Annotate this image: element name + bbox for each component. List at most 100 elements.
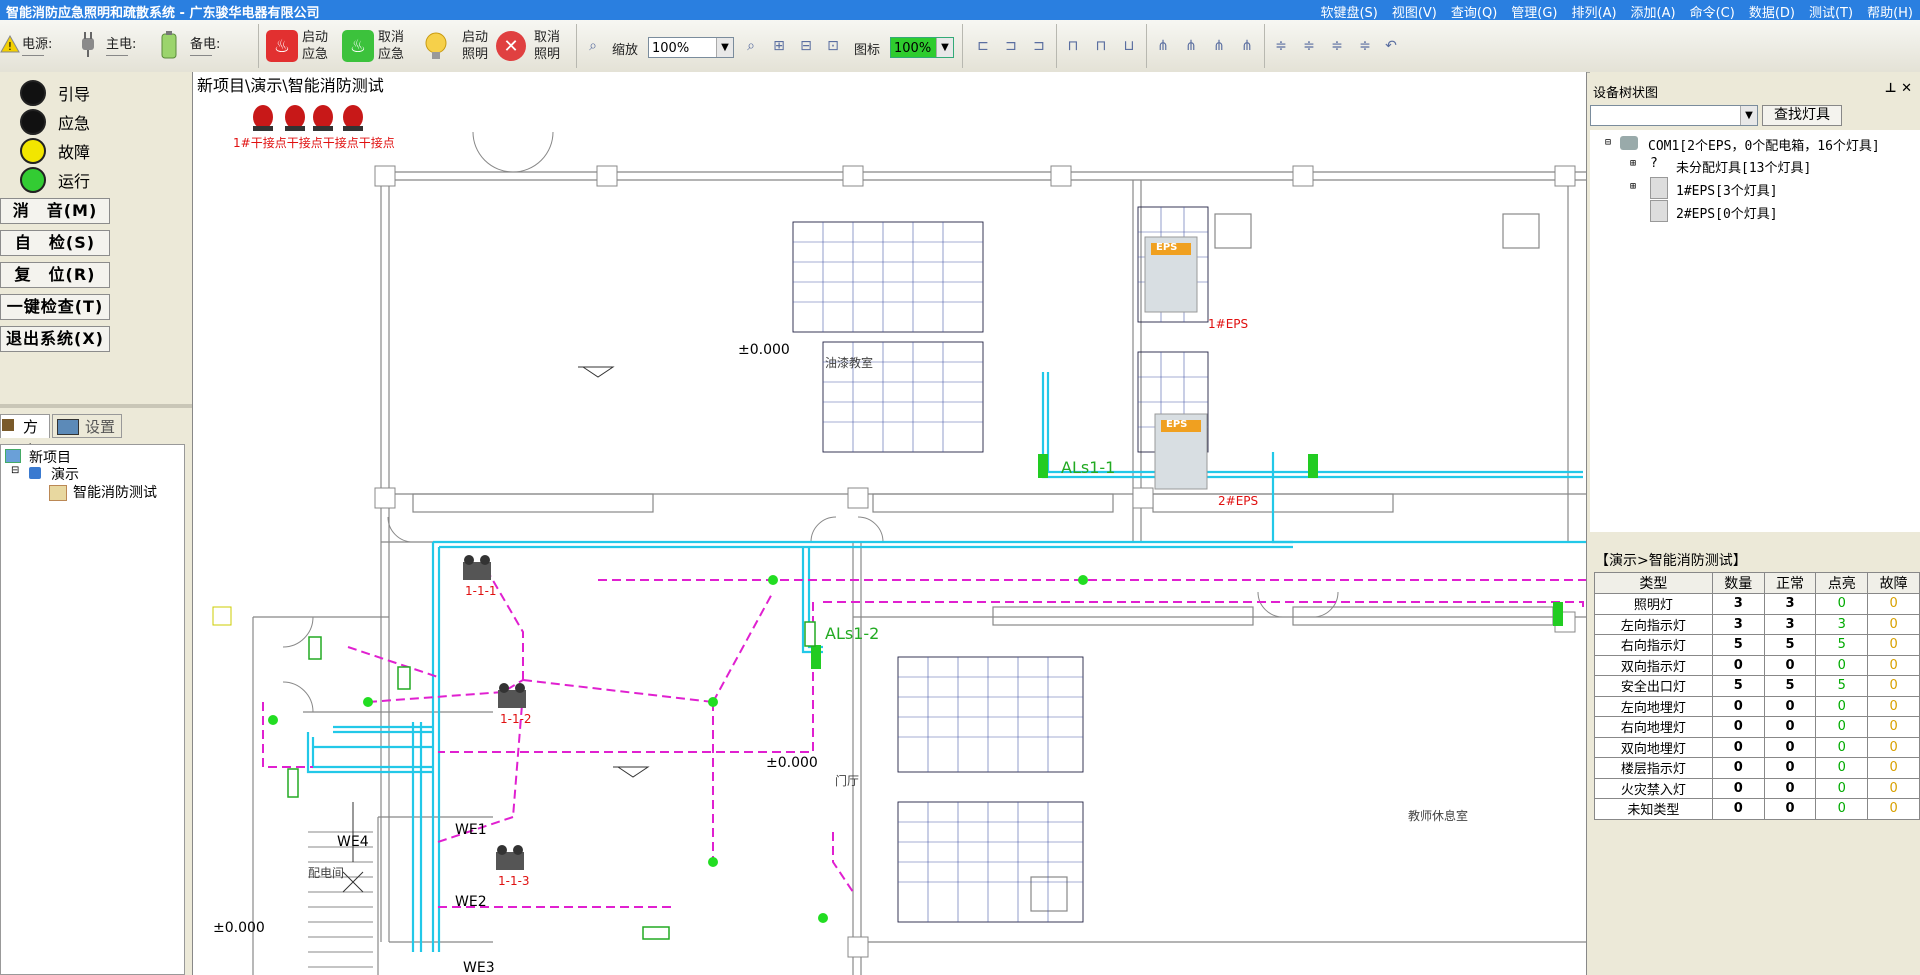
- exit-system-button[interactable]: 退出系统(X): [0, 326, 110, 352]
- start-emergency-label: 启动应急: [302, 30, 329, 62]
- fixture-label-2: 1-1-2: [500, 712, 532, 726]
- cell-fault: 0: [1867, 634, 1920, 656]
- emergency-indicator: [20, 109, 46, 135]
- table-row: 左向指示灯 3 3 3 0: [1594, 613, 1920, 635]
- fit-page-icon[interactable]: ⊟: [797, 37, 815, 55]
- expand-icon[interactable]: ⊞: [1630, 181, 1636, 192]
- toolbar: ! 电源: 主电: 备电: ♨ 启动应急 ♨ 取消应急 启动照明 ✕ 取消照明 …: [0, 20, 1920, 73]
- table-row: 左向地埋灯 0 0 0 0: [1594, 695, 1920, 717]
- toolbar-divider: [576, 24, 577, 68]
- align-center-icon[interactable]: ⊐: [1002, 37, 1020, 55]
- tree-node-eps1[interactable]: 1#EPS[3个灯具]: [1676, 180, 1778, 199]
- cell-type: 双向指示灯: [1594, 654, 1713, 676]
- cell-normal: 5: [1763, 634, 1817, 656]
- device-filter-select[interactable]: ▼: [1590, 105, 1758, 126]
- right-panel: 设备树状图 ⊥ ✕ ▼ 查找灯具 ⊟ COM1[2个EPS，0个配电箱，16个灯…: [1590, 72, 1920, 975]
- distribute-right-icon[interactable]: ⋔: [1238, 37, 1256, 55]
- floor-plan-canvas[interactable]: 新项目\演示\智能消防测试 1#干接点干接点干接点干接点 ±0.000 ±0.0…: [192, 72, 1587, 975]
- magnifier-icon[interactable]: ⌕: [584, 37, 602, 55]
- distribute-center-icon[interactable]: ⋔: [1210, 37, 1228, 55]
- zoom-in-icon[interactable]: ⌕: [742, 37, 760, 55]
- cell-count: 0: [1711, 757, 1765, 779]
- reset-button[interactable]: 复 位(R): [0, 262, 110, 288]
- align-right-icon[interactable]: ⊐: [1030, 37, 1048, 55]
- distribute-bottom-icon[interactable]: ≑: [1356, 37, 1374, 55]
- table-row: 照明灯 3 3 0 0: [1594, 593, 1920, 615]
- distribute-left-icon[interactable]: ⋔: [1182, 37, 1200, 55]
- floor-plan-drawing: [212, 105, 1586, 975]
- cell-lit: 0: [1815, 654, 1869, 676]
- icon-scale-select[interactable]: 100% ▼: [890, 37, 954, 58]
- menu-query[interactable]: 查询(Q): [1444, 0, 1504, 21]
- power-label: 电源:: [22, 37, 53, 52]
- tree-node-unassigned[interactable]: 未分配灯具[13个灯具]: [1676, 157, 1811, 176]
- cell-lit: 5: [1815, 675, 1869, 697]
- project-icon: [5, 449, 21, 463]
- tree-node-demo[interactable]: 演示: [51, 464, 79, 484]
- expand-icon[interactable]: ⊟: [11, 465, 19, 476]
- align-bottom-icon[interactable]: ⊔: [1120, 37, 1138, 55]
- actual-size-icon[interactable]: ⊡: [824, 37, 842, 55]
- menu-command[interactable]: 命令(C): [1683, 0, 1742, 21]
- collapse-icon[interactable]: ⊟: [1605, 137, 1611, 148]
- align-top-icon[interactable]: ⊓: [1064, 37, 1082, 55]
- run-indicator: [20, 167, 46, 193]
- table-row: 右向指示灯 5 5 5 0: [1594, 634, 1920, 656]
- one-key-check-button[interactable]: 一键检查(T): [0, 294, 110, 320]
- stairs: [308, 802, 373, 968]
- zoom-select[interactable]: 100% ▼: [648, 37, 734, 58]
- panel-splitter[interactable]: [0, 404, 192, 408]
- cell-normal: 0: [1763, 798, 1817, 820]
- tree-node-com1[interactable]: COM1[2个EPS，0个配电箱，16个灯具]: [1648, 135, 1880, 154]
- find-lamp-button[interactable]: 查找灯具: [1762, 105, 1842, 126]
- title-bar: 智能消防应急照明和疏散系统 - 广东骏华电器有限公司 软键盘(S) 视图(V) …: [0, 0, 1920, 21]
- elevation-label-2: ±0.000: [766, 755, 818, 771]
- table-row: 楼层指示灯 0 0 0 0: [1594, 757, 1920, 779]
- menu-arrange[interactable]: 排列(A): [1565, 0, 1624, 21]
- menu-add[interactable]: 添加(A): [1624, 0, 1683, 21]
- self-check-button[interactable]: 自 检(S): [0, 230, 110, 256]
- cancel-lighting-button[interactable]: ✕ 取消照明: [496, 26, 564, 66]
- device-tree: ⊟ COM1[2个EPS，0个配电箱，16个灯具] ⊞ ? 未分配灯具[13个灯…: [1590, 130, 1920, 532]
- expand-icon[interactable]: ⊞: [1630, 158, 1636, 169]
- zoom-label: 缩放: [612, 43, 639, 58]
- start-emergency-button[interactable]: ♨ 启动应急: [266, 26, 332, 66]
- menu-bar: 软键盘(S) 视图(V) 查询(Q) 管理(G) 排列(A) 添加(A) 命令(…: [1313, 0, 1920, 21]
- eps2-label: 2#EPS: [1218, 494, 1259, 508]
- cell-fault: 0: [1867, 654, 1920, 676]
- distribute-v-icon[interactable]: ≑: [1272, 37, 1290, 55]
- fire-off-icon: ♨: [342, 30, 374, 62]
- start-lighting-button[interactable]: 启动照明: [420, 26, 492, 66]
- align-left-icon[interactable]: ⊏: [974, 37, 992, 55]
- toolbar-divider: [258, 24, 259, 68]
- mute-button[interactable]: 消 音(M): [0, 198, 110, 224]
- we2-label: WE2: [455, 894, 487, 910]
- magenta-circuit: [262, 571, 1586, 908]
- cancel-emergency-button[interactable]: ♨ 取消应急: [342, 26, 408, 66]
- menu-view[interactable]: 视图(V): [1385, 0, 1444, 21]
- align-middle-icon[interactable]: ⊓: [1092, 37, 1110, 55]
- tree-node-eps2[interactable]: 2#EPS[0个灯具]: [1676, 203, 1778, 222]
- cell-fault: 0: [1867, 777, 1920, 799]
- cell-fault: 0: [1867, 798, 1920, 820]
- distribute-h-icon[interactable]: ⋔: [1154, 37, 1172, 55]
- warning-icon: !: [0, 34, 20, 53]
- menu-test[interactable]: 测试(T): [1802, 0, 1860, 21]
- left-panel: 引导 应急 故障 运行 消 音(M) 自 检(S) 复 位(R) 一键检查(T)…: [0, 72, 192, 975]
- elevation-label-3: ±0.000: [213, 920, 265, 936]
- col-lit: 点亮: [1815, 572, 1869, 594]
- menu-soft-keyboard[interactable]: 软键盘(S): [1313, 0, 1384, 21]
- menu-data[interactable]: 数据(D): [1742, 0, 1802, 21]
- distribute-top-icon[interactable]: ≑: [1300, 37, 1318, 55]
- cell-lit: 0: [1815, 757, 1869, 779]
- eps1-badge: EPS: [1156, 242, 1178, 253]
- menu-manage[interactable]: 管理(G): [1504, 0, 1564, 21]
- fit-width-icon[interactable]: ⊞: [770, 37, 788, 55]
- tree-node-test[interactable]: 智能消防测试: [73, 482, 157, 502]
- menu-help[interactable]: 帮助(H): [1860, 0, 1920, 21]
- computer-icon: [1620, 136, 1638, 150]
- undo-icon[interactable]: ↶: [1382, 37, 1400, 55]
- pin-close-icon[interactable]: ⊥ ✕: [1885, 81, 1912, 96]
- question-icon: ?: [1650, 156, 1658, 171]
- distribute-middle-icon[interactable]: ≑: [1328, 37, 1346, 55]
